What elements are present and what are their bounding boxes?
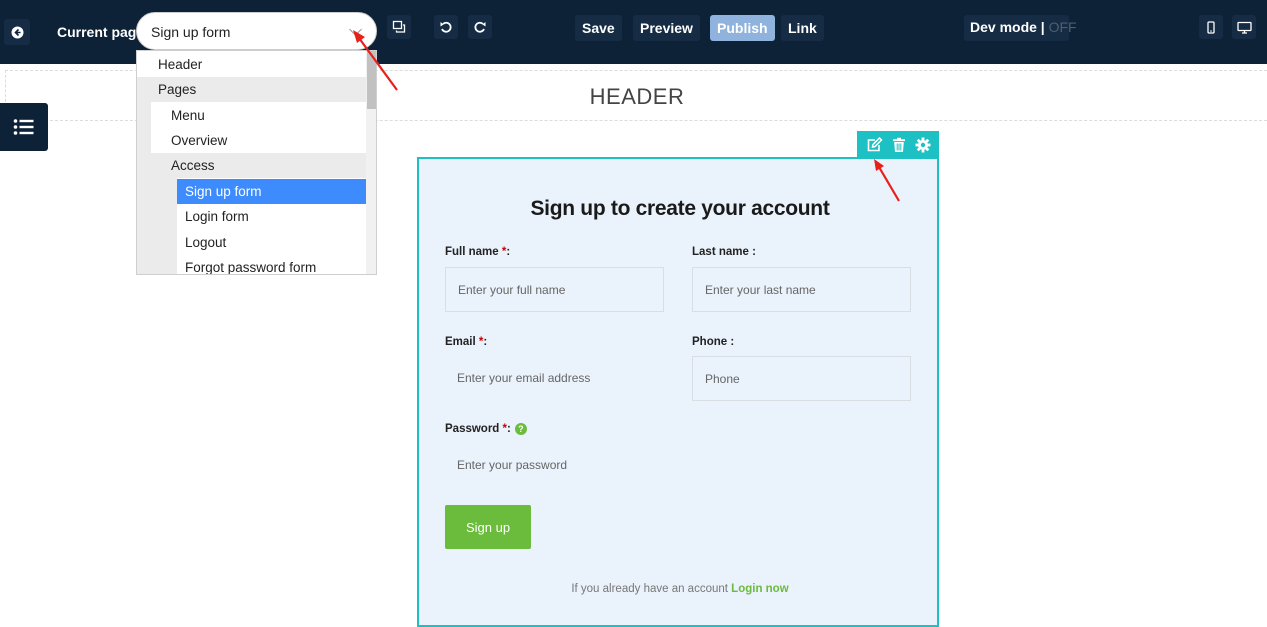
form-title: Sign up to create your account xyxy=(530,197,830,220)
dev-mode-state: OFF xyxy=(1048,19,1077,35)
phone-label: Phone : xyxy=(692,336,735,348)
dropdown-item-access[interactable]: Access xyxy=(151,153,366,178)
preview-button[interactable]: Preview xyxy=(633,15,700,41)
trash-icon[interactable] xyxy=(892,137,906,153)
dropdown-item-sign-up-form[interactable]: Sign up form xyxy=(177,179,366,204)
link-button[interactable]: Link xyxy=(781,15,824,41)
full-name-input[interactable]: Enter your full name xyxy=(445,267,664,312)
redo-button[interactable] xyxy=(468,15,492,39)
dropdown-item-header[interactable]: Header xyxy=(137,52,366,77)
full-name-label-text: Full name xyxy=(445,246,499,258)
sign-up-button[interactable]: Sign up xyxy=(445,505,531,549)
dev-mode-label: Dev mode | xyxy=(970,19,1045,35)
gear-icon[interactable] xyxy=(915,137,931,153)
login-prompt-text: If you already have an account xyxy=(571,583,728,595)
login-now-link[interactable]: Login now xyxy=(731,583,788,595)
desktop-view-button[interactable] xyxy=(1232,15,1256,39)
dropdown-indent-guide xyxy=(137,102,151,274)
password-label-text: Password xyxy=(445,423,500,436)
back-arrow-icon xyxy=(11,26,23,38)
save-button[interactable]: Save xyxy=(575,15,622,41)
password-input[interactable]: Enter your password xyxy=(445,443,664,488)
dropdown-item-forgot-password-form[interactable]: Forgot password form xyxy=(177,255,366,274)
email-colon: : xyxy=(483,336,488,348)
dropdown-item-menu[interactable]: Menu xyxy=(151,103,366,128)
email-label: Email *: xyxy=(445,336,487,348)
page-dropdown-menu: Header Pages Menu Overview Access Sign u… xyxy=(136,50,377,275)
last-name-label: Last name : xyxy=(692,246,756,258)
layers-panel-toggle[interactable] xyxy=(0,103,48,151)
back-button[interactable] xyxy=(4,19,30,45)
help-icon[interactable]: ? xyxy=(514,423,527,435)
dev-mode-toggle[interactable]: Dev mode | OFF xyxy=(964,15,1077,41)
annotation-arrow-dropdown xyxy=(353,30,398,91)
list-icon xyxy=(13,119,34,135)
mobile-view-button[interactable] xyxy=(1199,15,1223,39)
password-colon: : xyxy=(507,423,511,436)
publish-button[interactable]: Publish xyxy=(710,15,775,41)
password-label: Password *:? xyxy=(445,423,527,435)
dropdown-item-logout[interactable]: Logout xyxy=(177,230,366,255)
full-name-colon: : xyxy=(506,246,511,258)
annotation-arrow-toolbar xyxy=(874,159,900,202)
signup-form-block[interactable]: Sign up to create your account Full name… xyxy=(417,157,939,627)
last-name-input[interactable]: Enter your last name xyxy=(692,267,911,312)
login-prompt: If you already have an account Login now xyxy=(419,583,941,595)
undo-icon xyxy=(440,21,452,33)
current-page-select[interactable]: Sign up form xyxy=(136,12,377,50)
current-page-label: Current page xyxy=(57,24,145,40)
dropdown-item-login-form[interactable]: Login form xyxy=(177,204,366,229)
full-name-label: Full name *: xyxy=(445,246,510,258)
mobile-icon xyxy=(1207,20,1215,34)
current-page-value: Sign up form xyxy=(151,24,231,40)
redo-icon xyxy=(474,21,486,33)
desktop-icon xyxy=(1236,21,1252,34)
email-label-text: Email xyxy=(445,336,476,348)
dropdown-item-pages[interactable]: Pages xyxy=(137,77,366,102)
email-input[interactable]: Enter your email address xyxy=(445,356,664,401)
dropdown-indent-guide-2 xyxy=(151,178,177,274)
dropdown-item-overview[interactable]: Overview xyxy=(151,128,366,153)
edit-icon[interactable] xyxy=(866,136,883,153)
phone-input[interactable]: Phone xyxy=(692,356,911,401)
undo-button[interactable] xyxy=(434,15,458,39)
